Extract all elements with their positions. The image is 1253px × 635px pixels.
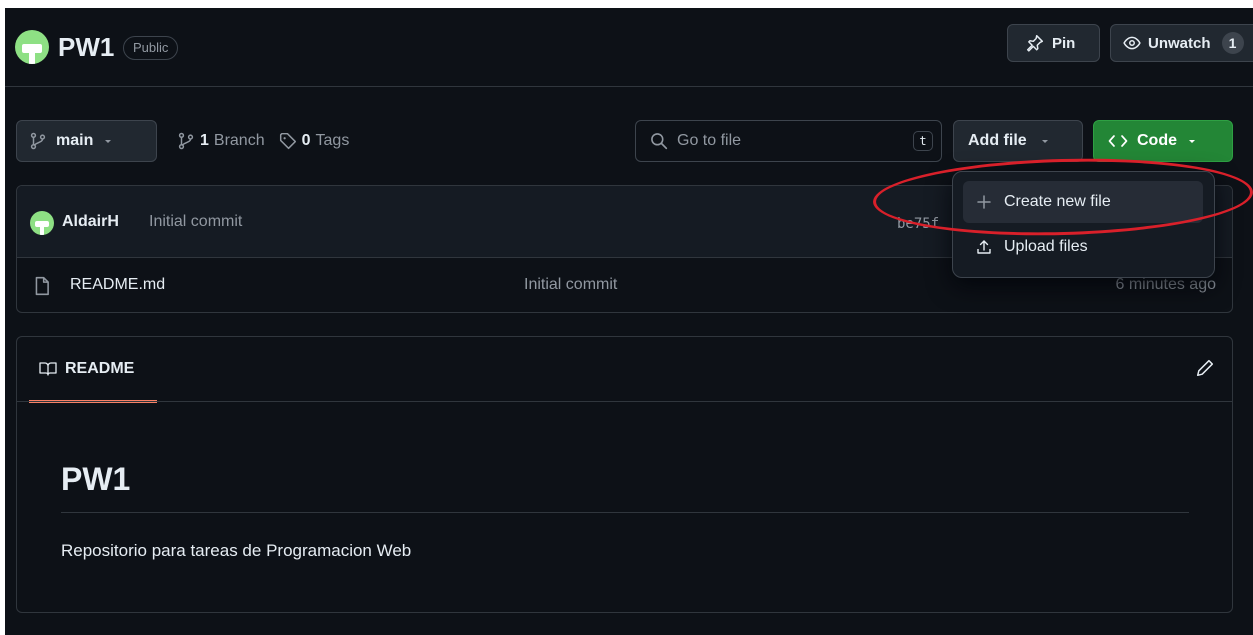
file-updated-time: 6 minutes ago: [1115, 276, 1216, 293]
add-file-button[interactable]: Add file: [953, 120, 1083, 162]
tags-link[interactable]: 0 Tags: [279, 132, 350, 150]
create-new-file-item[interactable]: Create new file: [963, 181, 1203, 223]
commit-hash[interactable]: be75f: [897, 216, 939, 232]
unwatch-button[interactable]: Unwatch 1: [1110, 24, 1253, 62]
watch-count: 1: [1221, 32, 1244, 54]
chevron-down-icon: [1039, 135, 1051, 147]
git-branch-icon: [29, 132, 47, 150]
tag-count-label: Tags: [315, 132, 350, 149]
readme-header-divider: [17, 401, 1232, 402]
readme-body: Repositorio para tareas de Programacion …: [61, 541, 412, 560]
pin-button[interactable]: Pin: [1007, 24, 1100, 62]
repo-page: PW1 Public Pin Unwatch 1 main 1 Branch 0…: [5, 8, 1253, 635]
file-icon: [33, 276, 51, 296]
author-avatar[interactable]: [30, 211, 54, 235]
add-file-menu: Create new file Upload files: [952, 171, 1215, 278]
branch-tag-info: 1 Branch 0 Tags: [177, 120, 357, 162]
upload-files-item[interactable]: Upload files: [963, 226, 1203, 268]
git-branch-icon: [177, 132, 195, 150]
tag-count: 0: [301, 132, 311, 149]
shortcut-hint: t: [913, 131, 933, 151]
code-label: Code: [1137, 132, 1177, 149]
repo-header: PW1 Public Pin Unwatch 1: [5, 8, 1253, 87]
branch-count: 1: [200, 132, 209, 149]
tab-readme[interactable]: README: [29, 337, 157, 403]
branches-link[interactable]: 1 Branch: [177, 132, 265, 150]
commit-message[interactable]: Initial commit: [149, 213, 242, 231]
add-file-label: Add file: [968, 132, 1027, 149]
chevron-down-icon: [1186, 135, 1198, 147]
readme-panel: README PW1 Repositorio para tareas de Pr…: [16, 336, 1233, 613]
branch-name: main: [56, 132, 94, 149]
go-to-file-input[interactable]: Go to file t: [635, 120, 942, 162]
plus-icon: [976, 194, 992, 210]
branch-count-label: Branch: [213, 132, 265, 149]
file-name[interactable]: README.md: [70, 276, 165, 294]
pin-icon: [1026, 34, 1044, 52]
branch-selector[interactable]: main: [16, 120, 157, 162]
readme-tab-label: README: [65, 359, 135, 377]
go-to-file-placeholder: Go to file: [677, 132, 742, 149]
commit-author[interactable]: AldairH: [62, 213, 119, 231]
pin-label: Pin: [1052, 34, 1076, 52]
book-icon: [39, 361, 57, 377]
repo-name[interactable]: PW1: [58, 30, 114, 64]
eye-icon: [1123, 34, 1141, 52]
readme-title: PW1: [61, 461, 1189, 513]
create-new-file-label: Create new file: [1004, 193, 1111, 210]
upload-icon: [976, 239, 992, 255]
file-commit-message[interactable]: Initial commit: [524, 276, 617, 294]
unwatch-label: Unwatch: [1148, 34, 1211, 52]
tag-icon: [279, 132, 297, 150]
search-icon: [650, 132, 668, 150]
upload-files-label: Upload files: [1004, 238, 1088, 255]
chevron-down-icon: [102, 135, 114, 147]
code-button[interactable]: Code: [1093, 120, 1233, 162]
code-icon: [1108, 132, 1128, 150]
repo-avatar[interactable]: [15, 30, 49, 64]
pencil-icon[interactable]: [1196, 359, 1214, 377]
visibility-badge: Public: [123, 36, 179, 60]
